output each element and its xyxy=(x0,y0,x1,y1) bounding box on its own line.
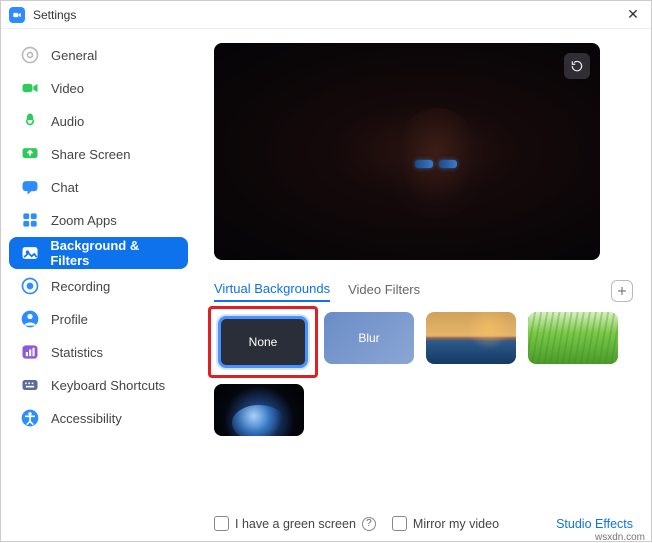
studio-effects-link[interactable]: Studio Effects xyxy=(556,517,633,531)
sidebar: General Video Audio Share Screen Chat Zo… xyxy=(1,29,196,541)
plus-icon xyxy=(616,285,628,297)
content: General Video Audio Share Screen Chat Zo… xyxy=(1,29,651,541)
sidebar-item-label: Video xyxy=(51,81,84,96)
video-icon xyxy=(19,77,41,99)
video-preview xyxy=(214,43,600,260)
sidebar-item-profile[interactable]: Profile xyxy=(9,303,188,335)
mirror-video-checkbox[interactable]: Mirror my video xyxy=(392,516,499,531)
sidebar-item-label: General xyxy=(51,48,97,63)
sidebar-item-background-filters[interactable]: Background & Filters xyxy=(9,237,188,269)
add-background-button[interactable] xyxy=(611,280,633,302)
sidebar-item-general[interactable]: General xyxy=(9,39,188,71)
watermark: wsxdn.com xyxy=(595,532,645,543)
sidebar-item-keyboard-shortcuts[interactable]: Keyboard Shortcuts xyxy=(9,369,188,401)
checkbox-icon xyxy=(214,516,229,531)
background-option-blur[interactable]: Blur xyxy=(324,312,414,364)
keyboard-icon xyxy=(19,374,41,396)
sidebar-item-video[interactable]: Video xyxy=(9,72,188,104)
sidebar-item-accessibility[interactable]: Accessibility xyxy=(9,402,188,434)
share-screen-icon xyxy=(19,143,41,165)
help-icon[interactable]: ? xyxy=(362,517,376,531)
background-option-grass[interactable] xyxy=(528,312,618,364)
apps-icon xyxy=(19,209,41,231)
sidebar-item-label: Audio xyxy=(51,114,84,129)
checkbox-icon xyxy=(392,516,407,531)
sidebar-item-label: Zoom Apps xyxy=(51,213,117,228)
background-grid: None Blur xyxy=(214,312,622,436)
profile-icon xyxy=(19,308,41,330)
statistics-icon xyxy=(19,341,41,363)
sidebar-item-zoom-apps[interactable]: Zoom Apps xyxy=(9,204,188,236)
sidebar-item-label: Background & Filters xyxy=(50,238,178,268)
green-screen-label: I have a green screen xyxy=(235,517,356,531)
mirror-label: Mirror my video xyxy=(413,517,499,531)
background-option-none[interactable]: None xyxy=(218,316,308,368)
tab-virtual-backgrounds[interactable]: Virtual Backgrounds xyxy=(214,281,330,302)
main-panel: Virtual Backgrounds Video Filters None B… xyxy=(196,29,651,541)
sidebar-item-label: Accessibility xyxy=(51,411,122,426)
titlebar: Settings ✕ xyxy=(1,1,651,29)
background-tabs: Virtual Backgrounds Video Filters xyxy=(214,280,633,302)
close-button[interactable]: ✕ xyxy=(623,5,643,25)
green-screen-checkbox[interactable]: I have a green screen ? xyxy=(214,516,376,531)
background-none-highlight: None xyxy=(214,312,312,372)
sidebar-item-label: Keyboard Shortcuts xyxy=(51,378,165,393)
rotate-camera-button[interactable] xyxy=(564,53,590,79)
sidebar-item-label: Share Screen xyxy=(51,147,131,162)
background-none-label: None xyxy=(249,335,278,349)
accessibility-icon xyxy=(19,407,41,429)
window-title: Settings xyxy=(33,8,623,22)
tab-video-filters[interactable]: Video Filters xyxy=(348,282,420,301)
gear-icon xyxy=(19,44,41,66)
recording-icon xyxy=(19,275,41,297)
sidebar-item-chat[interactable]: Chat xyxy=(9,171,188,203)
background-option-bridge[interactable] xyxy=(426,312,516,364)
background-blur-label: Blur xyxy=(358,331,379,345)
sidebar-item-share-screen[interactable]: Share Screen xyxy=(9,138,188,170)
sidebar-item-label: Recording xyxy=(51,279,110,294)
background-icon xyxy=(19,242,40,264)
zoom-app-icon xyxy=(9,7,25,23)
sidebar-item-statistics[interactable]: Statistics xyxy=(9,336,188,368)
chat-icon xyxy=(19,176,41,198)
preview-glasses xyxy=(415,160,465,170)
sidebar-item-recording[interactable]: Recording xyxy=(9,270,188,302)
rotate-icon xyxy=(570,59,584,73)
sidebar-item-audio[interactable]: Audio xyxy=(9,105,188,137)
footer-options: I have a green screen ? Mirror my video … xyxy=(214,506,633,531)
audio-icon xyxy=(19,110,41,132)
sidebar-item-label: Chat xyxy=(51,180,78,195)
sidebar-item-label: Statistics xyxy=(51,345,103,360)
background-option-earth[interactable] xyxy=(214,384,304,436)
sidebar-item-label: Profile xyxy=(51,312,88,327)
